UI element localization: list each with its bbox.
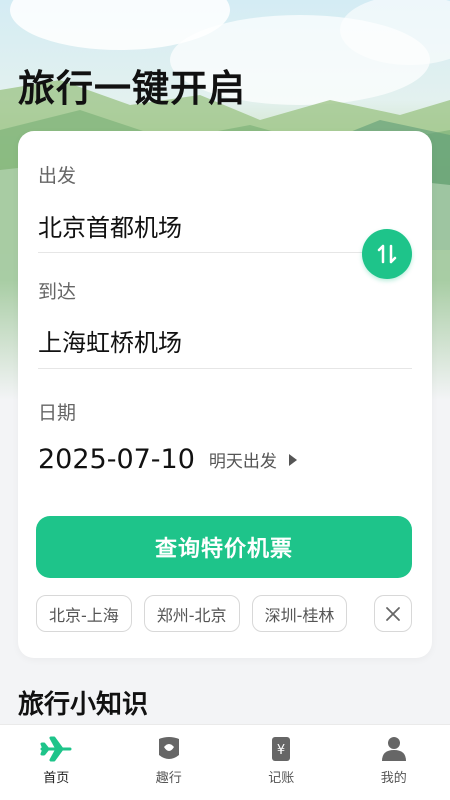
flight-search-card: 出发 北京首都机场 到达 上海虹桥机场 日期 2025-07-10 明天出发 查…	[18, 131, 432, 658]
tab-profile[interactable]: 我的	[338, 725, 450, 800]
tab-home[interactable]: 首页	[0, 725, 113, 800]
date-label: 日期	[38, 402, 77, 424]
date-value: 2025-07-10	[38, 444, 195, 475]
page-title: 旅行一键开启	[18, 67, 246, 110]
plane-icon	[40, 736, 72, 762]
tab-label: 我的	[380, 771, 407, 786]
history-chip[interactable]: 郑州-北京	[143, 595, 240, 632]
tab-label: 记账	[268, 771, 295, 786]
swap-cities-button[interactable]	[362, 229, 412, 279]
svg-text:¥: ¥	[277, 743, 285, 758]
tab-label: 趣行	[155, 771, 182, 786]
departure-label: 出发	[38, 165, 77, 187]
ledger-icon: ¥	[272, 737, 291, 761]
history-chip[interactable]: 北京-上海	[36, 595, 132, 632]
tab-fun-travel[interactable]: 趣行	[113, 725, 226, 800]
arrival-label: 到达	[38, 281, 77, 303]
tab-ledger[interactable]: ¥ 记账	[225, 725, 338, 800]
divider	[38, 368, 412, 369]
date-picker[interactable]: 2025-07-10 明天出发	[38, 444, 297, 475]
arrival-field[interactable]: 上海虹桥机场	[38, 323, 182, 358]
section-title-tips: 旅行小知识	[18, 690, 149, 720]
date-hint: 明天出发	[208, 452, 277, 472]
history-chip[interactable]: 深圳-桂林	[251, 595, 348, 632]
search-flights-button[interactable]: 查询特价机票	[36, 516, 412, 578]
clear-history-button[interactable]	[374, 595, 412, 632]
user-icon	[381, 737, 406, 761]
search-history: 北京-上海 郑州-北京 深圳-桂林	[36, 595, 359, 632]
tab-label: 首页	[43, 771, 70, 786]
bottom-tab-bar: 首页 趣行 ¥ 记账 我的	[0, 724, 450, 800]
swap-arrows-icon	[377, 244, 397, 264]
close-icon	[386, 606, 400, 621]
chevron-right-icon	[288, 453, 297, 466]
shield-icon	[158, 737, 179, 759]
divider	[38, 252, 412, 253]
departure-field[interactable]: 北京首都机场	[38, 208, 182, 243]
